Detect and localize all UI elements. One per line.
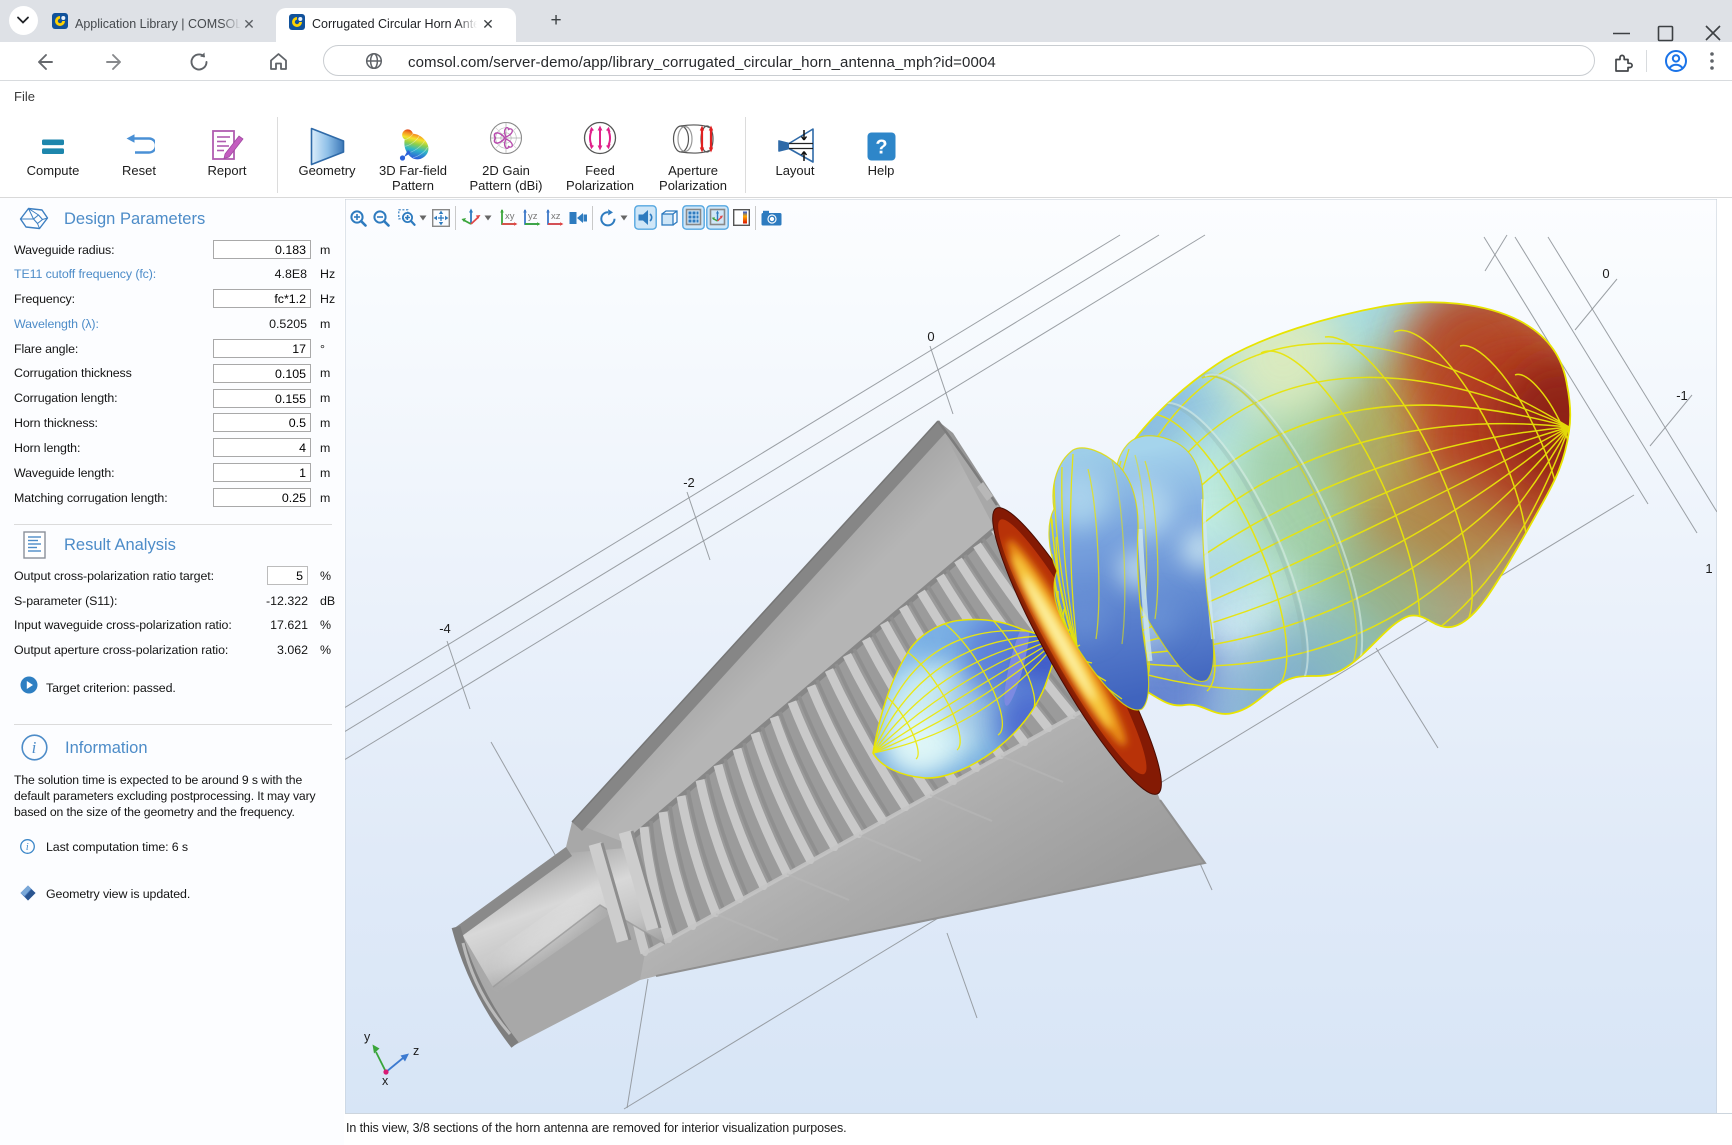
svg-text:-4: -4: [439, 621, 451, 636]
svg-text:xz: xz: [551, 211, 561, 222]
svg-text:z: z: [413, 1044, 419, 1058]
svg-text:y: y: [364, 1030, 371, 1044]
svg-text:-2: -2: [683, 475, 695, 490]
svg-text:0: 0: [1602, 266, 1609, 281]
svg-text:0: 0: [927, 329, 934, 344]
svg-text:yz: yz: [528, 211, 538, 222]
svg-text:i: i: [26, 842, 29, 853]
svg-text:?: ?: [875, 137, 887, 159]
svg-text:x: x: [382, 1074, 389, 1088]
svg-text:-1: -1: [1676, 388, 1688, 403]
svg-text:xy: xy: [505, 211, 515, 222]
svg-text:i: i: [32, 738, 37, 757]
svg-text:1: 1: [1705, 561, 1712, 576]
